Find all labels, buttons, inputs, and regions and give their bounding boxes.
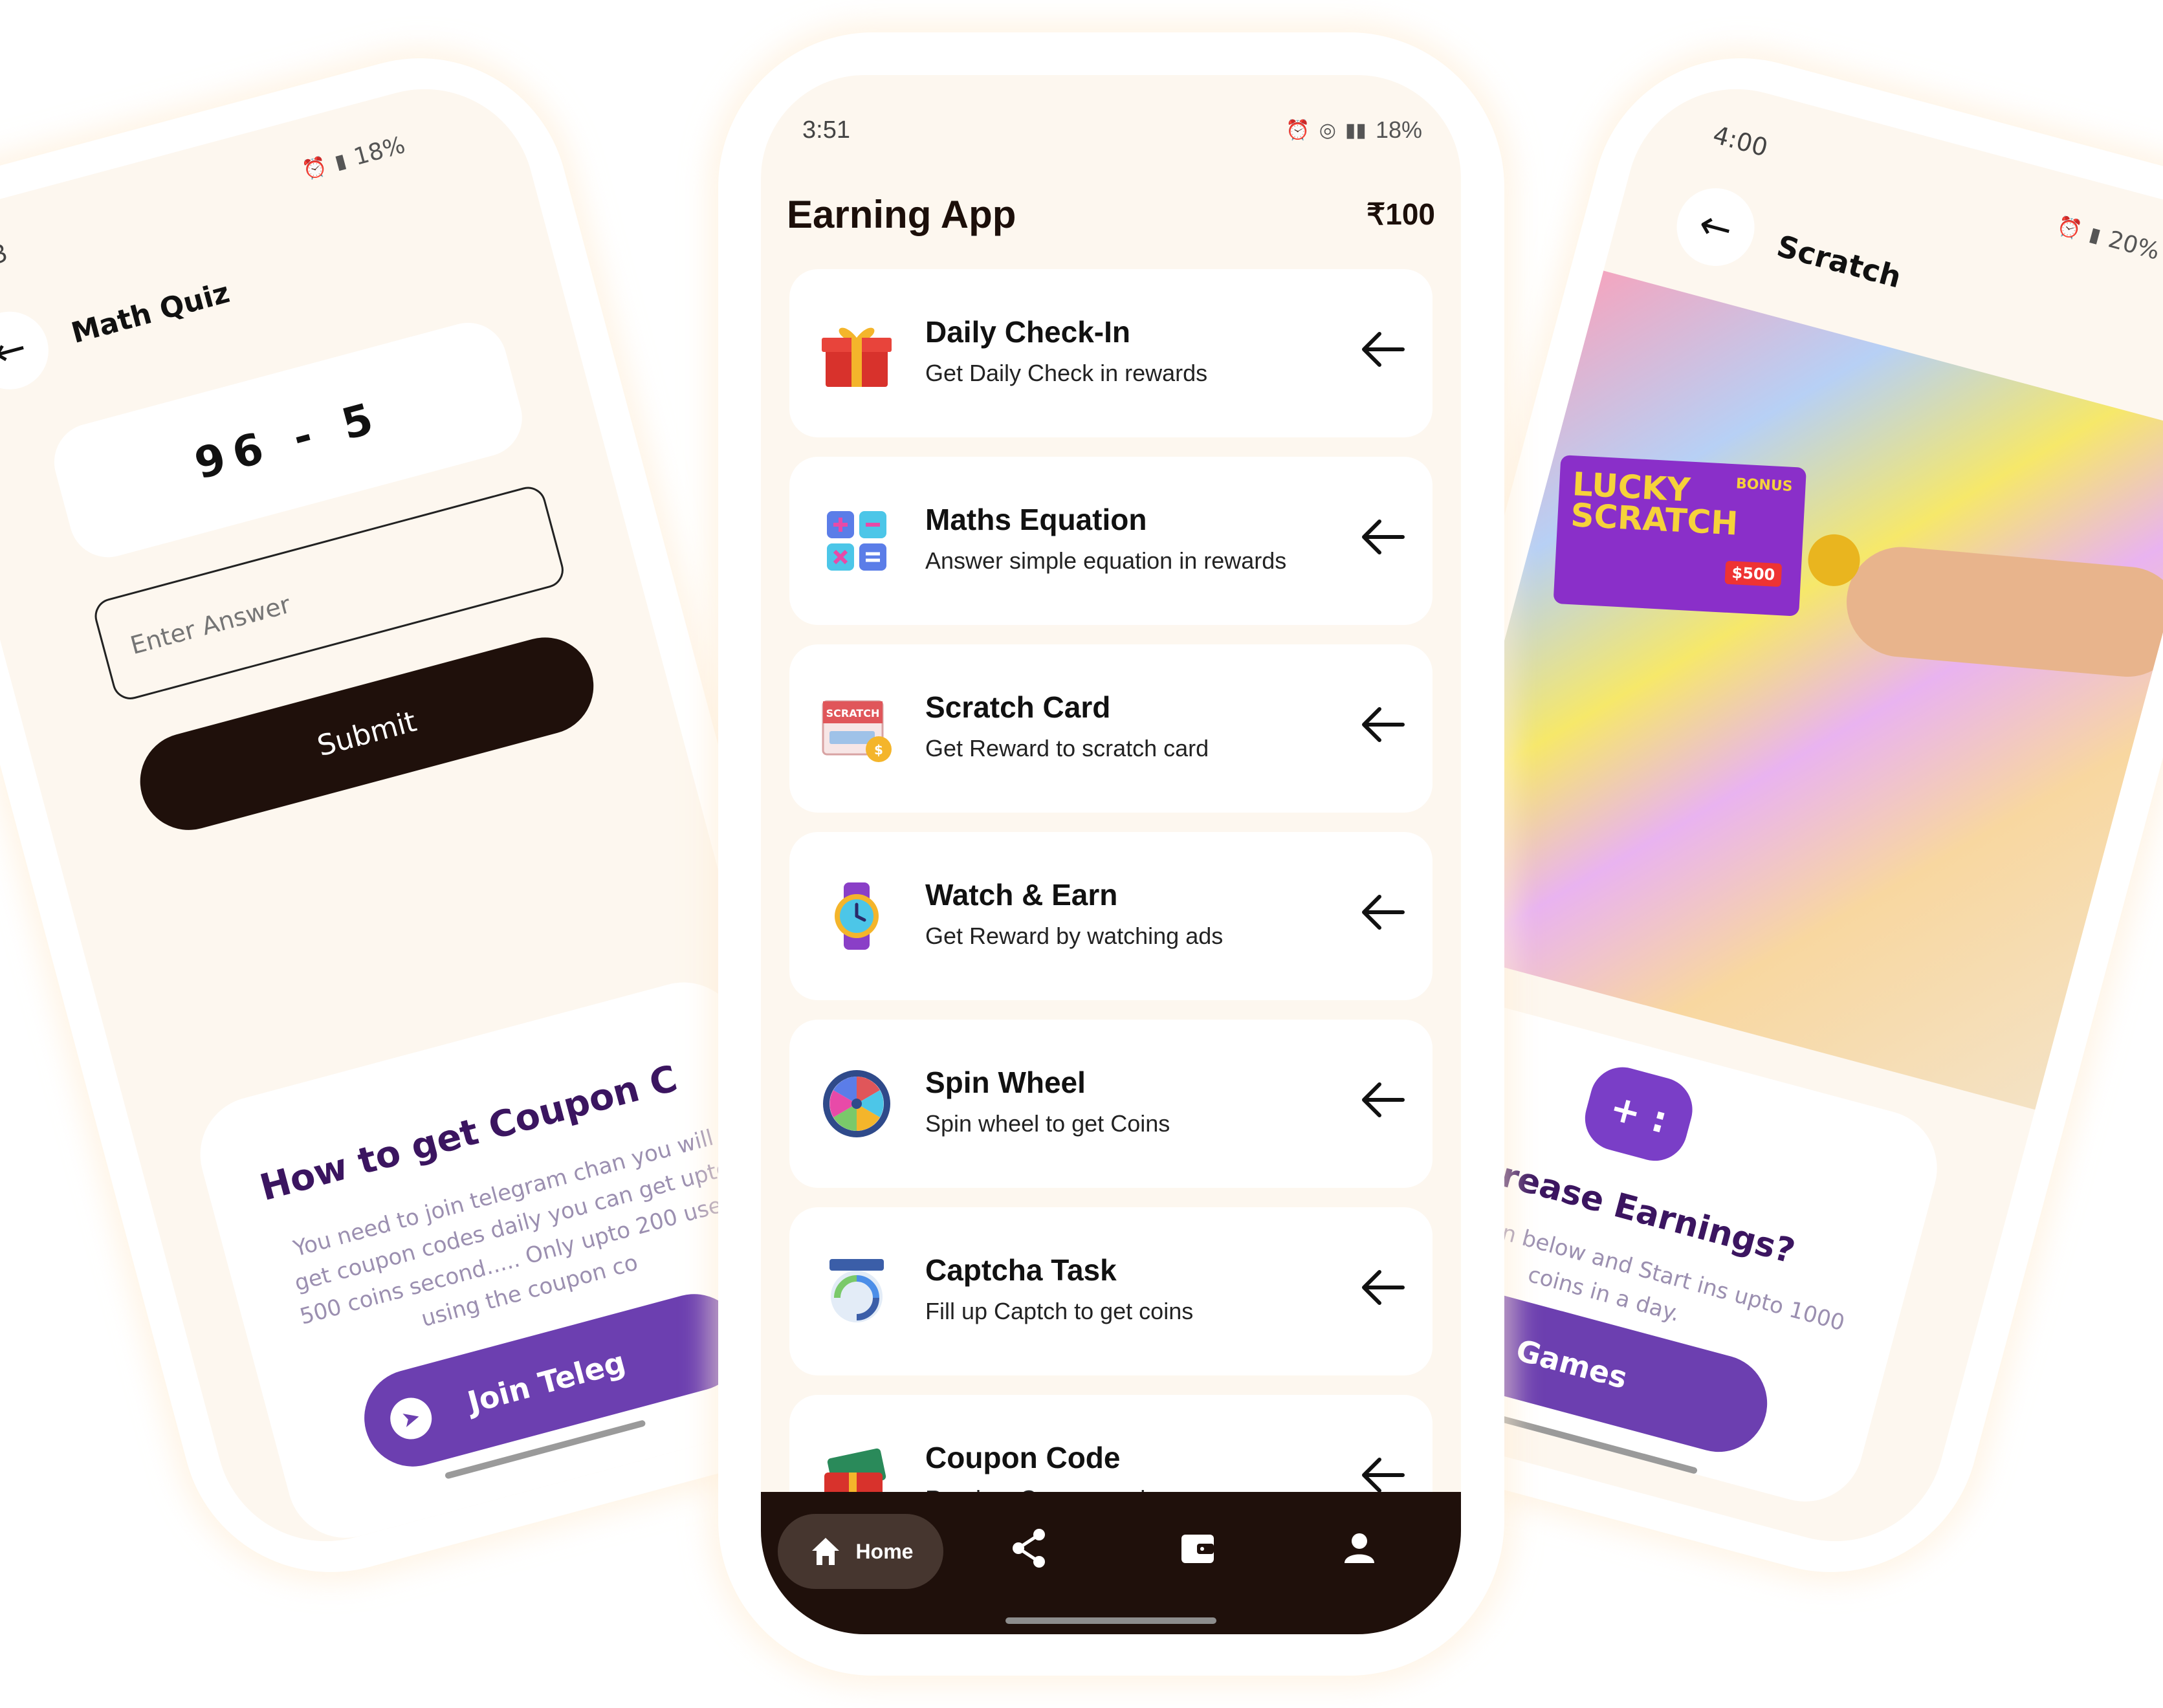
status-time: 3:53 [0, 238, 11, 281]
back-arrow-icon: ← [1694, 201, 1737, 254]
bottom-navigation: Home [761, 1492, 1461, 1634]
earning-app-phone: 3:51 ⏰ ◎ ▮▮ 18% Earning App ₹100 Daily C… [718, 32, 1504, 1676]
task-card-maths-equation[interactable]: Maths Equation Answer simple equation in… [789, 457, 1433, 625]
task-title: Watch & Earn [925, 878, 1118, 912]
wallet-icon[interactable] [1175, 1526, 1220, 1571]
home-icon [811, 1538, 839, 1565]
gamepad-icon: + : [1577, 1060, 1700, 1168]
task-subtitle: Spin wheel to get Coins [925, 1110, 1170, 1137]
battery-text: 20% [2105, 226, 2162, 265]
signal-icon: ▮ [2087, 223, 2103, 248]
status-time: 4:00 [1709, 120, 1771, 162]
arrow-left-icon [1362, 707, 1405, 742]
status-bar-icons: ⏰ ◎ ▮▮ 18% [1286, 116, 1422, 144]
task-card-daily-check-in[interactable]: Daily Check-In Get Daily Check in reward… [789, 269, 1433, 437]
status-bar-icons: ⏰ ▮ 20% [2054, 212, 2162, 265]
task-subtitle: Get Reward to scratch card [925, 735, 1209, 761]
task-title: Spin Wheel [925, 1066, 1086, 1099]
task-title: Coupon Code [925, 1441, 1121, 1474]
alarm-icon: ⏰ [2054, 214, 2084, 243]
profile-icon[interactable] [1337, 1526, 1382, 1571]
task-subtitle: Fill up Captch to get coins [925, 1298, 1194, 1324]
calculator-icon [827, 511, 886, 571]
telegram-icon: ➤ [386, 1393, 437, 1444]
task-card-captcha-task[interactable]: Captcha Task Fill up Captch to get coins [789, 1207, 1433, 1375]
arrow-left-icon [1362, 1270, 1405, 1305]
signal-icon: ▮▮ [1345, 119, 1367, 141]
captcha-icon [829, 1259, 884, 1322]
spin-wheel-icon [823, 1070, 890, 1137]
task-card-scratch-card[interactable]: SCRATCH $ Scratch Card Get Reward to scr… [789, 644, 1433, 813]
task-title: Maths Equation [925, 503, 1147, 536]
back-button[interactable]: ← [0, 303, 58, 399]
signal-icon: ▮ [332, 149, 349, 175]
battery-text: 18% [1375, 116, 1422, 143]
app-title: Earning App [787, 192, 1016, 236]
task-subtitle: Get Reward by watching ads [925, 923, 1224, 949]
share-icon[interactable] [1007, 1526, 1052, 1571]
back-arrow-icon: ← [0, 324, 32, 377]
arrow-left-icon [1362, 1082, 1405, 1117]
app-header: Earning App ₹100 [787, 185, 1435, 243]
task-card-watch-earn[interactable]: Watch & Earn Get Reward by watching ads [789, 832, 1433, 1000]
watch-icon [835, 882, 879, 950]
task-title: Scratch Card [925, 690, 1111, 724]
task-subtitle: Get Daily Check in rewards [925, 360, 1208, 386]
hand-illustration [1841, 542, 2163, 682]
ticket-amount: $500 [1724, 560, 1783, 587]
hotspot-icon: ◎ [1319, 119, 1336, 141]
coin-balance: ₹100 [1366, 197, 1435, 231]
ticket-bonus: BONUS [1735, 476, 1794, 495]
alarm-icon: ⏰ [1286, 119, 1310, 141]
task-card-spin-wheel[interactable]: Spin Wheel Spin wheel to get Coins [789, 1020, 1433, 1188]
scratch-card-icon: SCRATCH $ [822, 700, 892, 762]
arrow-left-icon [1362, 895, 1405, 930]
status-bar-icons: ⏰ ▮ 18% [300, 132, 408, 185]
back-button[interactable]: ← [1668, 179, 1764, 275]
scratch-card-image[interactable]: LUCKY SCRATCH BONUS $500 [1422, 270, 2163, 1110]
lucky-scratch-ticket: LUCKY SCRATCH BONUS $500 [1553, 455, 1807, 617]
arrow-left-icon [1362, 520, 1405, 554]
arrow-left-icon [1362, 332, 1405, 367]
home-indicator [1005, 1617, 1216, 1624]
status-time: 3:51 [802, 116, 850, 144]
page-title: Math Quiz [67, 276, 234, 351]
nav-home-label: Home [855, 1539, 914, 1563]
task-title: Daily Check-In [925, 315, 1130, 349]
svg-text:SCRATCH: SCRATCH [826, 707, 880, 719]
battery-text: 18% [351, 131, 408, 171]
task-title: Captcha Task [925, 1253, 1117, 1287]
join-label: Join Teleg [464, 1344, 630, 1420]
nav-home-button[interactable]: Home [778, 1514, 943, 1589]
svg-text:$: $ [874, 742, 883, 758]
gift-icon [822, 327, 892, 387]
task-subtitle: Answer simple equation in rewards [925, 547, 1287, 574]
alarm-icon: ⏰ [300, 154, 330, 183]
page-title: Scratch [1773, 228, 1905, 295]
earning-app-screen: 3:51 ⏰ ◎ ▮▮ 18% Earning App ₹100 Daily C… [761, 75, 1461, 1634]
